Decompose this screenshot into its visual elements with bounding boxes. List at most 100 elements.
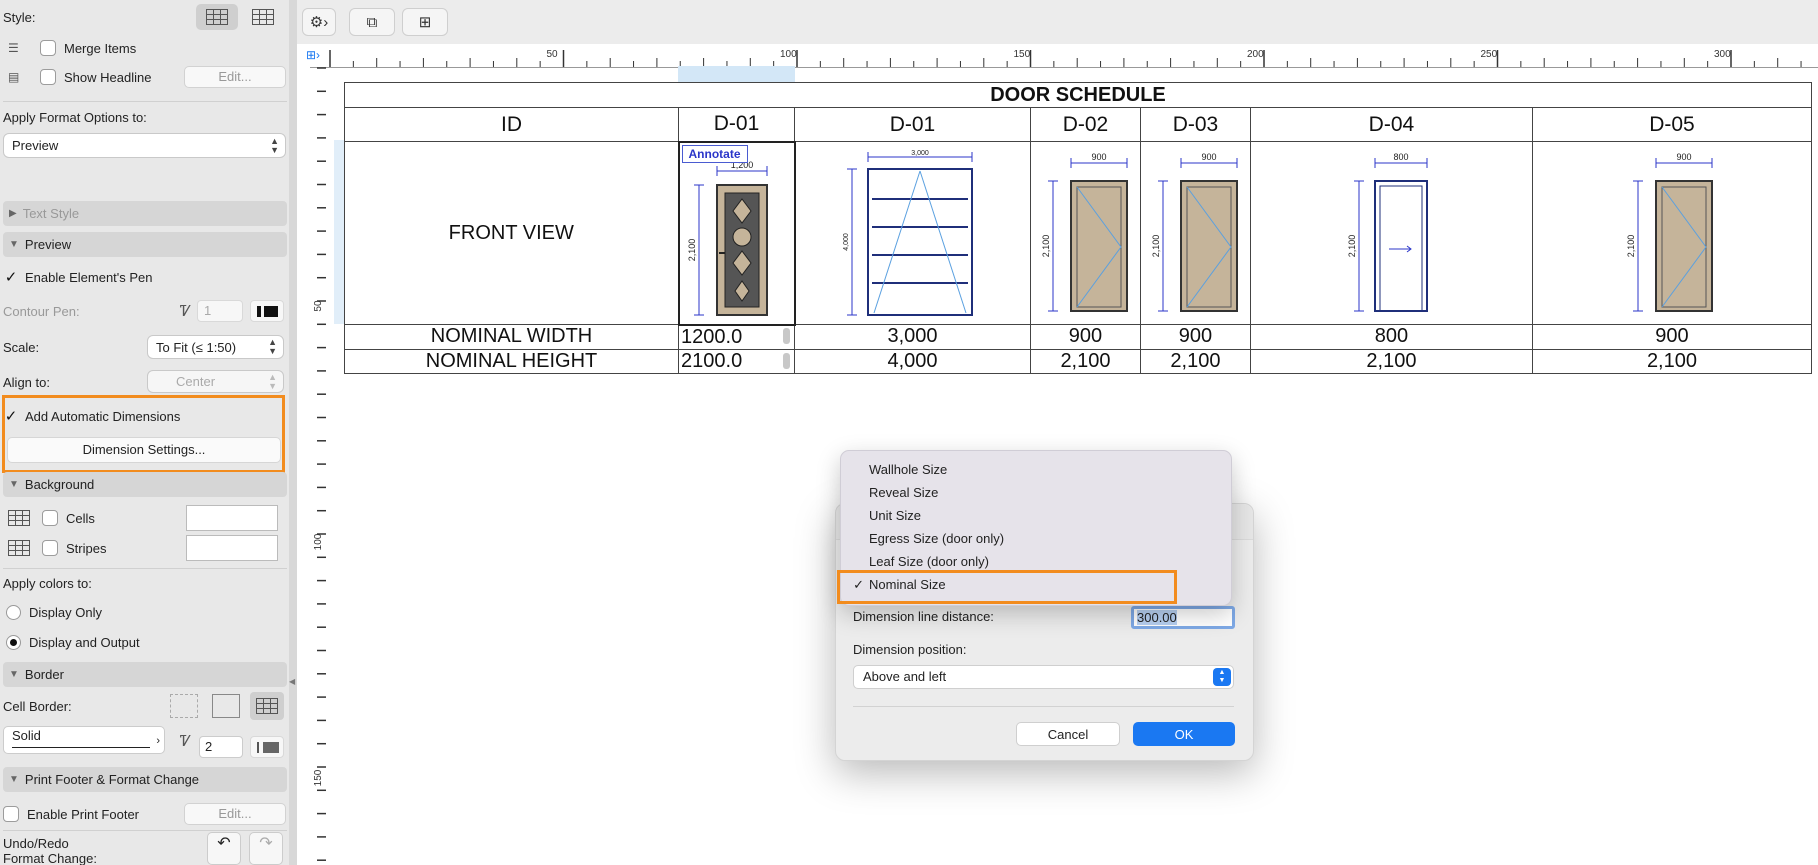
table-layout-icon: ⧉ bbox=[366, 13, 378, 31]
contour-pen-input[interactable]: 1 bbox=[197, 300, 243, 322]
schedule-icon: ⊞ bbox=[418, 14, 432, 31]
undo-button[interactable]: ↶ bbox=[207, 832, 241, 865]
width-cell[interactable]: 900 bbox=[1139, 324, 1251, 350]
height-cell[interactable]: 2,100 bbox=[1029, 348, 1141, 374]
scale-select[interactable]: To Fit (≤ 1:50) ▲ ▼ bbox=[147, 335, 284, 359]
border-label: Border bbox=[24, 667, 64, 682]
cells-checkbox[interactable] bbox=[42, 510, 58, 526]
divider bbox=[853, 706, 1234, 707]
position-select[interactable]: Above and left ▲ ▼ bbox=[853, 665, 1234, 689]
print-footer-edit-button[interactable]: Edit... bbox=[184, 803, 286, 825]
border-outer-icon[interactable] bbox=[212, 694, 240, 718]
menu-item[interactable]: Leaf Size (door only) bbox=[841, 550, 1231, 573]
enable-print-footer-checkbox[interactable] bbox=[3, 806, 19, 822]
menu-item[interactable]: Reveal Size bbox=[841, 481, 1231, 504]
id-cell[interactable]: D-03 bbox=[1139, 107, 1251, 142]
height-cell[interactable]: 2,100 bbox=[1249, 348, 1533, 374]
front-view-cell-d05[interactable]: 900 2,100 bbox=[1531, 141, 1813, 325]
nominal-width-label[interactable]: NOMINAL WIDTH bbox=[343, 324, 680, 350]
section-print-footer[interactable]: ▼ Print Footer & Format Change bbox=[3, 767, 287, 792]
panel-splitter[interactable]: ◀ bbox=[289, 0, 297, 865]
nominal-width-row: NOMINAL WIDTH 1200.0 3,000 900 900 800 9… bbox=[343, 324, 1813, 350]
undo-icon: ↶ bbox=[217, 835, 231, 852]
align-label: Align to: bbox=[3, 374, 50, 390]
id-cell[interactable]: D-02 bbox=[1029, 107, 1141, 142]
cancel-button[interactable]: Cancel bbox=[1016, 722, 1120, 746]
nominal-height-label[interactable]: NOMINAL HEIGHT bbox=[343, 348, 680, 374]
show-headline-checkbox[interactable] bbox=[40, 69, 56, 85]
width-value[interactable]: 1200.0 bbox=[681, 326, 742, 348]
border-none-icon[interactable] bbox=[170, 694, 198, 718]
section-border[interactable]: ▼ Border bbox=[3, 662, 287, 687]
cells-color-swatch[interactable] bbox=[186, 505, 278, 531]
distance-input[interactable]: 300.00 bbox=[1131, 606, 1235, 629]
border-pen-input[interactable]: 2 bbox=[199, 736, 243, 758]
menu-item-selected[interactable]: ✓ Nominal Size bbox=[841, 573, 1231, 596]
divider bbox=[3, 101, 287, 102]
schedule-button[interactable]: ⊞ bbox=[402, 8, 448, 36]
scale-value: To Fit (≤ 1:50) bbox=[156, 339, 237, 355]
style-grid-button[interactable] bbox=[196, 4, 238, 30]
stripes-checkbox[interactable] bbox=[42, 540, 58, 556]
menu-item[interactable]: Unit Size bbox=[841, 504, 1231, 527]
apply-format-select[interactable]: Preview ▲ ▼ bbox=[3, 133, 286, 158]
width-cell[interactable]: 900 bbox=[1029, 324, 1141, 350]
dimension-settings-button[interactable]: Dimension Settings... bbox=[7, 437, 281, 463]
menu-item[interactable]: Wallhole Size bbox=[841, 458, 1231, 481]
id-cell[interactable]: D-04 bbox=[1249, 107, 1533, 142]
front-view-cell-d04[interactable]: 800 2,100 bbox=[1249, 141, 1533, 325]
front-view-cell-d03[interactable]: 900 2,100 bbox=[1139, 141, 1251, 325]
scroll-handle[interactable] bbox=[783, 327, 790, 344]
border-style-select[interactable]: Solid › bbox=[3, 726, 165, 754]
annotate-tag[interactable]: Annotate bbox=[681, 144, 748, 163]
id-cell[interactable]: D-05 bbox=[1531, 107, 1813, 142]
section-background[interactable]: ▼ Background bbox=[3, 472, 287, 497]
front-view-cell-d02[interactable]: 900 2,100 bbox=[1029, 141, 1141, 325]
table-layout-button[interactable]: ⧉ bbox=[349, 8, 395, 36]
style-grid-alt-button[interactable] bbox=[244, 4, 282, 30]
border-pen-swatch[interactable] bbox=[250, 736, 284, 758]
id-cell[interactable]: D-01 bbox=[794, 107, 1031, 142]
section-preview[interactable]: ▼ Preview bbox=[3, 232, 287, 257]
chevron-right-icon: › bbox=[156, 735, 160, 747]
id-cell[interactable]: D-01 bbox=[678, 107, 795, 142]
auto-dims-checkbox[interactable]: ✓ bbox=[3, 407, 19, 425]
height-cell[interactable]: 2,100 bbox=[1531, 348, 1813, 374]
section-text-style[interactable]: ▶ Text Style bbox=[3, 201, 287, 226]
ruler-label: 100 bbox=[313, 533, 324, 550]
height-cell[interactable]: 2,100 bbox=[1139, 348, 1251, 374]
enable-pen-checkbox[interactable]: ✓ bbox=[3, 268, 19, 286]
enable-pen-label: Enable Element's Pen bbox=[25, 269, 153, 285]
dim-width-text: 900 bbox=[1202, 152, 1217, 162]
disclosure-down-icon: ▼ bbox=[9, 774, 19, 785]
scroll-handle[interactable] bbox=[783, 352, 790, 369]
undo-redo-text: Undo/Redo bbox=[3, 836, 69, 851]
settings-button[interactable]: ⚙› bbox=[302, 8, 336, 36]
front-view-cell-d01a[interactable]: Annotate 1,200 2,100 bbox=[677, 140, 796, 326]
id-header[interactable]: ID bbox=[343, 107, 680, 142]
ok-button[interactable]: OK bbox=[1133, 722, 1235, 746]
redo-button[interactable]: ↷ bbox=[249, 832, 283, 865]
width-cell[interactable]: 1200.0 bbox=[678, 324, 795, 350]
width-cell[interactable]: 900 bbox=[1531, 324, 1813, 350]
border-all-button[interactable] bbox=[250, 692, 284, 720]
merge-items-checkbox[interactable] bbox=[40, 40, 56, 56]
width-cell[interactable]: 3,000 bbox=[794, 324, 1031, 350]
checkmark-icon: ✓ bbox=[853, 576, 864, 592]
menu-item[interactable]: Egress Size (door only) bbox=[841, 527, 1231, 550]
dim-height-text: 2,100 bbox=[1041, 234, 1051, 257]
headline-edit-button[interactable]: Edit... bbox=[184, 66, 286, 88]
height-cell[interactable]: 2100.0 bbox=[678, 348, 795, 374]
pen-color-swatch[interactable] bbox=[250, 300, 284, 322]
front-view-cell-d01b[interactable]: 3,000 4,000 bbox=[794, 141, 1031, 325]
align-select[interactable]: Center ▲ ▼ bbox=[147, 370, 284, 393]
chevron-updown-icon: ▲ ▼ bbox=[268, 337, 277, 356]
width-cell[interactable]: 800 bbox=[1249, 324, 1533, 350]
display-only-radio[interactable] bbox=[6, 604, 21, 620]
stripes-color-swatch[interactable] bbox=[186, 535, 278, 561]
display-output-radio[interactable] bbox=[6, 634, 21, 650]
height-value[interactable]: 2100.0 bbox=[681, 350, 742, 372]
height-cell[interactable]: 4,000 bbox=[794, 348, 1031, 374]
door-elevation-d01a: 1,200 2,100 bbox=[687, 160, 768, 316]
front-view-label[interactable]: FRONT VIEW bbox=[343, 141, 680, 325]
